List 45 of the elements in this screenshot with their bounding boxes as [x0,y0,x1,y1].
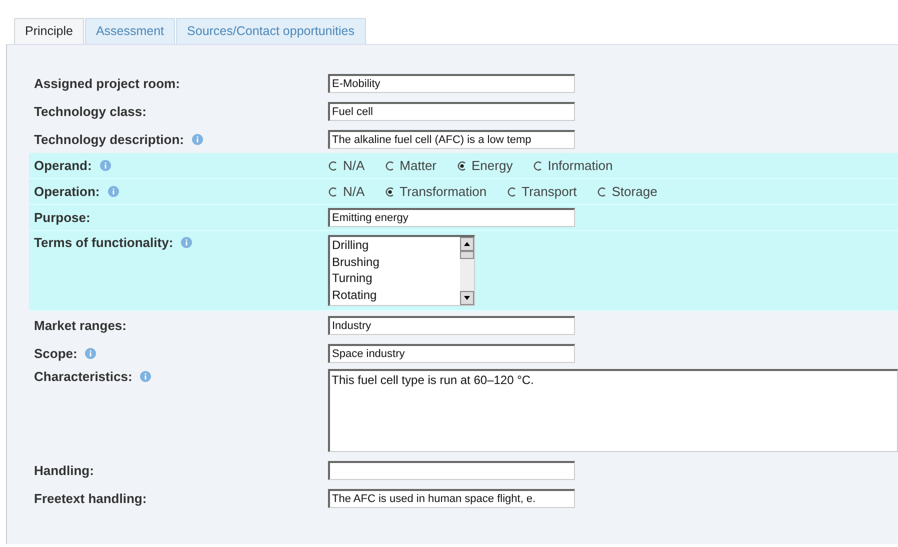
radio-option[interactable]: N/A [328,158,365,173]
field-label: Operand: [34,158,92,173]
radio-option[interactable]: Information [532,158,613,173]
radio-option[interactable]: Storage [596,184,658,199]
radio-button[interactable] [384,186,395,196]
radio-button[interactable] [506,186,517,196]
radio-option[interactable]: N/A [328,184,365,199]
radio-button[interactable] [328,160,338,170]
text-field[interactable]: Emitting energy [328,208,575,227]
field-label: Purpose: [34,210,90,225]
radio-button[interactable] [456,160,467,170]
text-field[interactable]: Fuel cell [328,102,575,120]
scrollbar[interactable] [460,237,474,305]
list-item[interactable]: Rotating [332,286,460,303]
text-field[interactable]: The AFC is used in human space flight, e. [328,488,575,508]
text-field[interactable] [328,460,575,480]
field-label: Terms of functionality: [34,235,174,250]
text-field[interactable]: Industry [328,316,575,334]
radio-button[interactable] [384,160,395,170]
radio-option[interactable]: Matter [384,158,437,173]
text-field[interactable]: E-Mobility [328,74,575,92]
list-item[interactable]: Brushing [332,254,460,270]
radio-option[interactable]: Transformation [384,184,487,199]
field-label: Scope: [34,346,78,360]
text-area[interactable]: This fuel cell type is run at 60–120 °C. [328,369,898,452]
list-box[interactable]: Drilling Brushing Turning Rotating [328,235,475,306]
radio-button[interactable] [328,186,338,196]
list-item[interactable]: Drilling [332,237,460,254]
field-label: Freetext handling: [34,490,147,506]
radio-button[interactable] [532,160,543,170]
field-label: Characteristics: [34,369,132,384]
field-label: Market ranges: [34,318,126,332]
tab[interactable]: Principle [14,18,84,44]
scrollbar-thumb[interactable] [460,251,474,259]
text-field[interactable]: The alkaline fuel cell (AFC) is a low temp [328,130,575,148]
field-label: Handling: [34,462,94,478]
radio-option[interactable]: Energy [456,158,513,173]
field-label: Technology class: [34,104,146,118]
field-label: Operation: [34,184,100,199]
field-label: Assigned project room: [34,76,180,90]
list-item[interactable]: Turning [332,270,460,286]
radio-button[interactable] [596,186,607,196]
text-field[interactable]: Space industry [328,344,575,362]
field-label: Technology description: [34,132,184,146]
radio-option[interactable]: Transport [506,184,577,199]
